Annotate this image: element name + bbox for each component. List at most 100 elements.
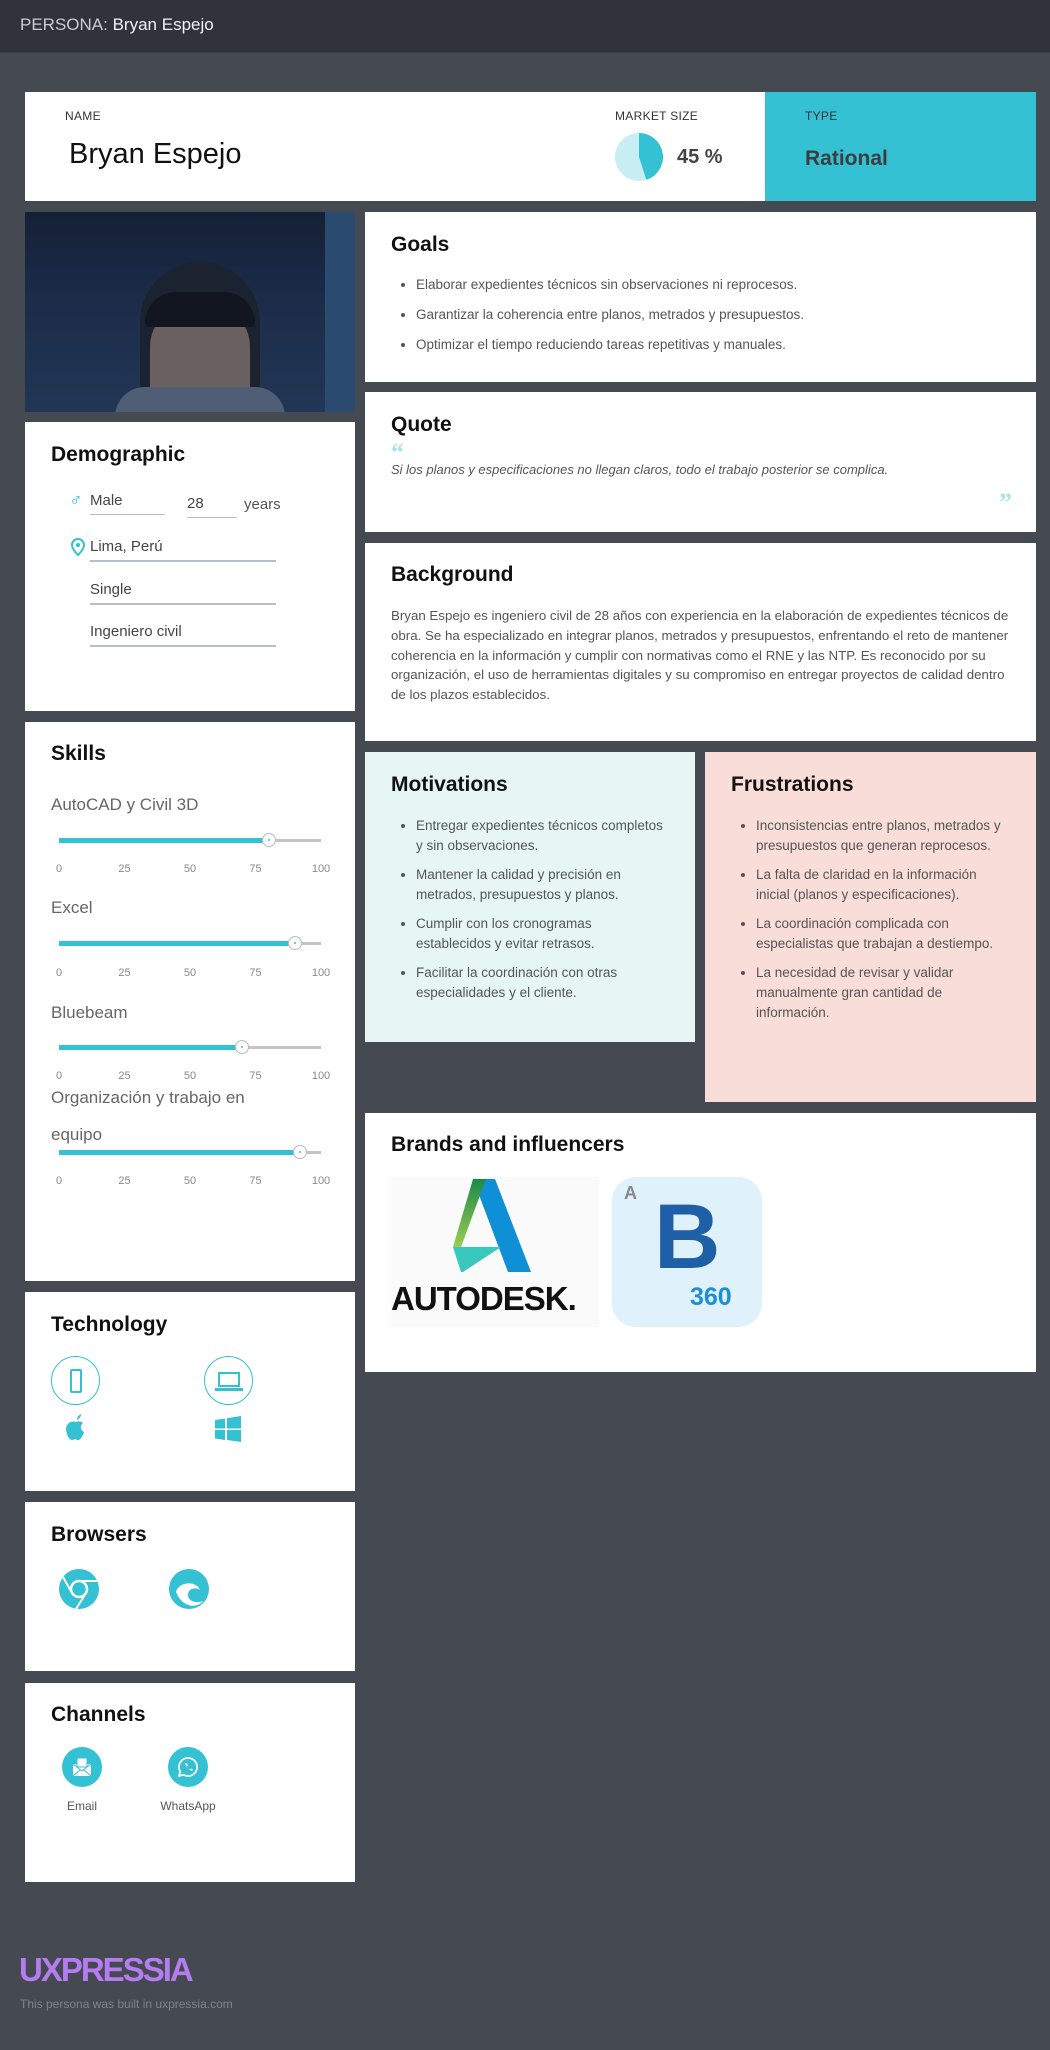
slider-ticks: 0 25 50 75 100 bbox=[51, 967, 331, 981]
gender-field[interactable]: Male bbox=[90, 492, 165, 515]
tick-label: 0 bbox=[55, 967, 63, 979]
type-panel: TYPE Rational bbox=[765, 92, 1036, 201]
slider-thumb[interactable] bbox=[293, 1145, 308, 1159]
b360-letter: B bbox=[654, 1186, 721, 1288]
skill-label: Excel bbox=[51, 898, 93, 917]
marital-status-field[interactable]: Single bbox=[90, 581, 276, 605]
background-card: Background Bryan Espejo es ingeniero civ… bbox=[365, 543, 1036, 741]
uxpressia-logo[interactable]: UXPRESSIA bbox=[19, 1951, 194, 1989]
tick-label: 25 bbox=[118, 1175, 131, 1187]
summary-card: NAME Bryan Espejo MARKET SIZE 45 % TYPE … bbox=[25, 92, 1036, 201]
demographic-title: Demographic bbox=[51, 443, 186, 466]
channels-title: Channels bbox=[51, 1703, 146, 1726]
quote-card: Quote “ Si los planos y especificaciones… bbox=[365, 392, 1036, 532]
slider-fill bbox=[59, 1150, 301, 1155]
mobile-shape bbox=[70, 1369, 82, 1393]
male-icon: ♂ bbox=[69, 490, 83, 510]
demographic-card: Demographic ♂ Male 28 years Lima, Perú S… bbox=[25, 422, 355, 711]
frustration-item: La falta de claridad en la información i… bbox=[739, 865, 1009, 905]
footer-note: This persona was built in uxpressia.com bbox=[20, 1997, 233, 2011]
skills-card: Skills AutoCAD y Civil 3D 0 25 50 75 100 Exc… bbox=[25, 722, 355, 1281]
market-size-pie bbox=[615, 133, 663, 181]
autodesk-mini-icon: A bbox=[624, 1183, 637, 1203]
age-field[interactable]: 28 bbox=[187, 495, 237, 518]
photo-wall bbox=[325, 212, 355, 412]
persona-name-heading: Bryan Espejo bbox=[69, 138, 242, 170]
slider-thumb[interactable] bbox=[261, 833, 276, 847]
frustrations-list: Inconsistencias entre planos, metrados y… bbox=[739, 816, 1009, 1023]
slider-thumb[interactable] bbox=[235, 1040, 250, 1054]
motivation-item: Entregar expedientes técnicos completos … bbox=[399, 816, 664, 856]
slider-ticks: 0 25 50 75 100 bbox=[51, 863, 331, 877]
whatsapp-icon bbox=[168, 1747, 208, 1787]
frustration-item: La coordinación complicada con especiali… bbox=[739, 914, 1009, 954]
goal-item: Garantizar la coherencia entre planos, m… bbox=[399, 305, 804, 325]
persona-prefix: PERSONA: bbox=[20, 15, 108, 34]
tick-label: 75 bbox=[249, 1175, 262, 1187]
frustration-item: La necesidad de revisar y validar manual… bbox=[739, 963, 1009, 1023]
channel-label: WhatsApp bbox=[160, 1799, 216, 1813]
slider-fill bbox=[59, 838, 269, 843]
whatsapp-shape bbox=[177, 1757, 198, 1778]
b360-number: 360 bbox=[690, 1283, 732, 1311]
skill-label: Organización y trabajo en equipo bbox=[51, 1088, 245, 1144]
photo-hair bbox=[145, 292, 255, 327]
location-pin-icon bbox=[71, 538, 85, 556]
location-field[interactable]: Lima, Perú bbox=[90, 538, 276, 562]
tick-label: 75 bbox=[249, 863, 262, 875]
tick-label: 100 bbox=[311, 1175, 331, 1187]
skill-slider[interactable] bbox=[59, 833, 321, 847]
persona-title: PERSONA: Bryan Espejo bbox=[20, 15, 214, 35]
tick-label: 50 bbox=[183, 967, 197, 979]
skill-slider[interactable] bbox=[59, 936, 321, 950]
tick-label: 25 bbox=[118, 967, 131, 979]
skill-slider[interactable] bbox=[59, 1040, 321, 1054]
motivations-list: Entregar expedientes técnicos completos … bbox=[399, 816, 664, 1003]
laptop-base bbox=[215, 1388, 243, 1391]
technology-card: Technology bbox=[25, 1292, 355, 1491]
frustrations-card: Frustrations Inconsistencias entre plano… bbox=[705, 752, 1036, 1102]
skill-slider[interactable] bbox=[59, 1145, 321, 1159]
skill-label: AutoCAD y Civil 3D bbox=[51, 795, 199, 814]
laptop-icon bbox=[204, 1356, 253, 1405]
goals-title: Goals bbox=[391, 233, 450, 256]
goal-item: Optimizar el tiempo reduciendo tareas re… bbox=[399, 335, 804, 355]
persona-photo bbox=[25, 212, 355, 412]
autodesk-a-icon bbox=[453, 1179, 531, 1272]
slider-fill bbox=[59, 1045, 243, 1050]
top-bar: PERSONA: Bryan Espejo bbox=[0, 0, 1050, 53]
tick-label: 75 bbox=[249, 967, 262, 979]
frustrations-title: Frustrations bbox=[731, 773, 854, 796]
name-label: NAME bbox=[65, 109, 101, 123]
tick-label: 50 bbox=[183, 1175, 197, 1187]
slider-thumb[interactable] bbox=[287, 936, 302, 950]
quote-text: Si los planos y especificaciones no lleg… bbox=[391, 462, 889, 477]
tick-label: 50 bbox=[183, 863, 197, 875]
frustration-item: Inconsistencias entre planos, metrados y… bbox=[739, 816, 1009, 856]
market-size-value: 45 % bbox=[677, 146, 723, 168]
motivations-title: Motivations bbox=[391, 773, 508, 796]
goals-card: Goals Elaborar expedientes técnicos sin … bbox=[365, 212, 1036, 382]
tick-label: 0 bbox=[55, 863, 63, 875]
email-icon bbox=[62, 1747, 102, 1787]
market-size-label: MARKET SIZE bbox=[615, 109, 699, 123]
channels-card: Channels Email WhatsApp bbox=[25, 1683, 355, 1882]
motivation-item: Cumplir con los cronogramas establecidos… bbox=[399, 914, 664, 954]
edge-icon bbox=[169, 1569, 209, 1609]
windows-icon bbox=[215, 1416, 241, 1442]
apple-icon bbox=[66, 1414, 84, 1441]
autodesk-logo: AUTODESK. bbox=[391, 1177, 599, 1327]
tick-label: 100 bbox=[311, 967, 331, 979]
occupation-field[interactable]: Ingeniero civil bbox=[90, 623, 276, 647]
close-quote-icon: ” bbox=[999, 488, 1012, 517]
background-title: Background bbox=[391, 563, 514, 586]
autodesk-wordmark: AUTODESK. bbox=[391, 1280, 577, 1317]
technology-title: Technology bbox=[51, 1313, 168, 1336]
photo-hoodie bbox=[115, 387, 285, 412]
browsers-title: Browsers bbox=[51, 1523, 147, 1546]
chrome-icon bbox=[59, 1569, 99, 1610]
motivations-card: Motivations Entregar expedientes técnico… bbox=[365, 752, 695, 1042]
skills-title: Skills bbox=[51, 742, 106, 765]
tick-label: 100 bbox=[311, 863, 331, 875]
quote-title: Quote bbox=[391, 413, 452, 436]
